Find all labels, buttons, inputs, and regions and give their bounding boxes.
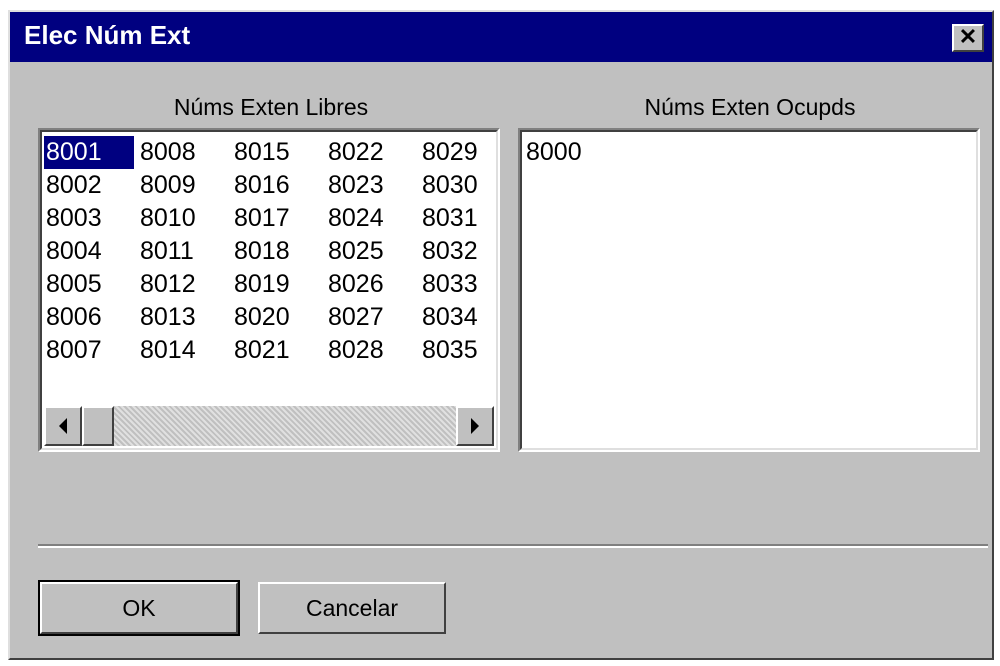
list-item[interactable]: 8007: [44, 334, 138, 367]
list-column: 8008 8009 8010 8011 8012 8013 8014: [138, 136, 232, 367]
list-item[interactable]: 8008: [138, 136, 232, 169]
list-item[interactable]: 8024: [326, 202, 420, 235]
list-item[interactable]: 8009: [138, 169, 232, 202]
list-item[interactable]: 8002: [44, 169, 138, 202]
close-icon: ✕: [958, 24, 978, 49]
close-button[interactable]: ✕: [952, 24, 984, 52]
list-item[interactable]: 8031: [420, 202, 496, 235]
scrollbar-thumb[interactable]: [82, 406, 114, 446]
list-column: 8000: [524, 136, 618, 169]
title-bar[interactable]: Elec Núm Ext ✕: [10, 12, 992, 62]
list-item[interactable]: 8013: [138, 301, 232, 334]
list-item[interactable]: 8029: [420, 136, 496, 169]
list-item[interactable]: 8006: [44, 301, 138, 334]
list-item[interactable]: 8000: [524, 136, 618, 169]
list-item[interactable]: 8035: [420, 334, 496, 367]
list-item[interactable]: 8016: [232, 169, 326, 202]
list-item[interactable]: 8032: [420, 235, 496, 268]
list-item[interactable]: 8022: [326, 136, 420, 169]
list-item[interactable]: 8023: [326, 169, 420, 202]
arrow-left-icon: [59, 418, 67, 434]
list-item[interactable]: 8003: [44, 202, 138, 235]
scroll-left-button[interactable]: [44, 406, 82, 446]
horizontal-scrollbar[interactable]: [44, 406, 494, 446]
list-item[interactable]: 8012: [138, 268, 232, 301]
list-item[interactable]: 8010: [138, 202, 232, 235]
used-list-label: Núms Exten Ocupds: [644, 94, 856, 120]
list-item[interactable]: 8005: [44, 268, 138, 301]
arrow-right-icon: [471, 418, 479, 434]
list-item[interactable]: 8001: [44, 136, 134, 169]
free-list-label: Núms Exten Libres: [173, 94, 369, 120]
list-item[interactable]: 8026: [326, 268, 420, 301]
list-column: 8015 8016 8017 8018 8019 8020 8021: [232, 136, 326, 367]
list-item[interactable]: 8027: [326, 301, 420, 334]
cancel-button[interactable]: Cancelar: [258, 582, 446, 634]
list-column: 8029 8030 8031 8032 8033 8034 8035: [420, 136, 496, 367]
ok-button[interactable]: OK: [38, 580, 240, 636]
list-item[interactable]: 8019: [232, 268, 326, 301]
list-item[interactable]: 8028: [326, 334, 420, 367]
list-item[interactable]: 8011: [138, 235, 232, 268]
list-column: 8022 8023 8024 8025 8026 8027 8028: [326, 136, 420, 367]
list-item[interactable]: 8018: [232, 235, 326, 268]
separator: [38, 544, 988, 548]
used-list-columns: 8000: [524, 136, 618, 169]
list-item[interactable]: 8033: [420, 268, 496, 301]
list-item[interactable]: 8020: [232, 301, 326, 334]
list-item[interactable]: 8034: [420, 301, 496, 334]
list-item[interactable]: 8014: [138, 334, 232, 367]
list-column: 8001 8002 8003 8004 8005 8006 8007: [44, 136, 138, 367]
list-item[interactable]: 8021: [232, 334, 326, 367]
list-item[interactable]: 8030: [420, 169, 496, 202]
free-extensions-listbox[interactable]: 8001 8002 8003 8004 8005 8006 8007 8008 8009 8010…: [38, 128, 500, 452]
list-item[interactable]: 8015: [232, 136, 326, 169]
list-item[interactable]: 8004: [44, 235, 138, 268]
list-item[interactable]: 8017: [232, 202, 326, 235]
dialog-window: Elec Núm Ext ✕ Núms Exten Libres 8001 800…: [8, 10, 994, 660]
window-title: Elec Núm Ext: [24, 20, 191, 50]
scroll-right-button[interactable]: [456, 406, 494, 446]
list-item[interactable]: 8025: [326, 235, 420, 268]
free-list-columns: 8001 8002 8003 8004 8005 8006 8007 8008 8009 8010…: [44, 136, 496, 367]
used-extensions-listbox[interactable]: 8000: [518, 128, 980, 452]
